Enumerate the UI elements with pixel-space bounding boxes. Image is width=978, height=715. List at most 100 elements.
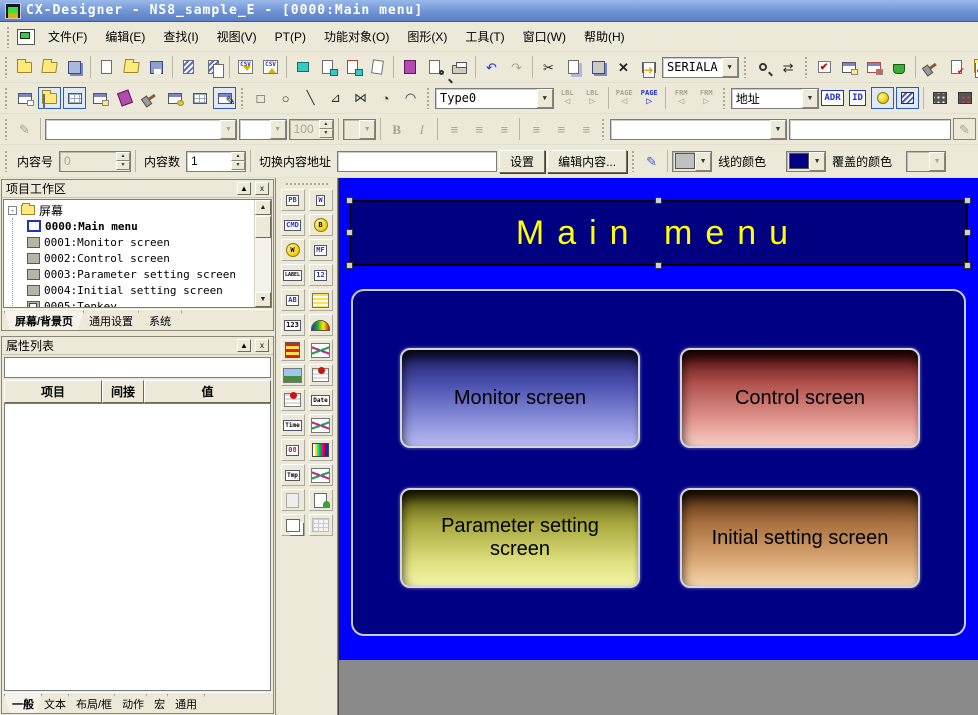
edit-content-button[interactable]: 编辑内容... <box>547 150 627 173</box>
delete-icon[interactable]: ✕ <box>612 56 635 78</box>
palette-word-lamp-icon[interactable]: W <box>281 239 305 261</box>
save-screen-icon[interactable] <box>145 56 168 78</box>
palette-temporary-input-icon[interactable]: Tmp <box>281 464 305 486</box>
frame-forward-icon[interactable]: FRM▷ <box>695 87 718 109</box>
disabled-color-dropdown[interactable]: ▼ <box>906 151 946 172</box>
workspace-scrollbar[interactable]: ▲ ▼ <box>254 200 271 307</box>
set-button[interactable]: 设置 <box>499 150 545 173</box>
selection-handle[interactable] <box>964 262 971 269</box>
menubar-grip[interactable] <box>6 26 11 48</box>
find-group-grip[interactable] <box>743 56 748 78</box>
selection-handle[interactable] <box>346 197 353 204</box>
palette-date-icon[interactable]: Date <box>309 389 333 411</box>
chevron-down-icon[interactable]: ▼ <box>537 89 553 108</box>
address-display-combo[interactable]: 地址 ▼ <box>731 88 819 109</box>
tree-item-screen-0000[interactable]: 0000:Main menu <box>27 218 254 234</box>
label-forward-icon[interactable]: LBL▷ <box>581 87 604 109</box>
rectangle-tool-icon[interactable]: □ <box>249 87 272 109</box>
screen-canvas[interactable]: Main menu Monitor screen Control screen … <box>338 178 978 715</box>
align-right-icon[interactable]: ≡ <box>492 118 515 140</box>
sector-tool-icon[interactable]: ◔ <box>374 87 397 109</box>
cover-color-dropdown[interactable]: ▼ <box>786 151 826 172</box>
align-left-icon[interactable]: ≡ <box>442 118 465 140</box>
palette-word-button-icon[interactable]: W <box>309 189 333 211</box>
palette-alarm-summary-icon[interactable] <box>281 389 305 411</box>
palette-data-block-table-icon[interactable]: 08 <box>281 439 305 461</box>
parameter-setting-screen-button[interactable]: Parameter setting screen <box>400 488 640 588</box>
type-combo[interactable]: Type0 ▼ <box>435 88 554 109</box>
chevron-down-icon[interactable]: ▼ <box>802 89 818 108</box>
screen-title-object[interactable]: Main menu <box>349 200 968 266</box>
tab-common[interactable]: 通用 <box>167 694 205 713</box>
initial-setting-screen-button[interactable]: Initial setting screen <box>680 488 920 588</box>
address-edit-icon[interactable]: ➜ <box>637 56 660 78</box>
zoom-spinner[interactable]: 100 ▲▼ <box>289 119 334 140</box>
compare-with-pt-icon[interactable] <box>341 56 364 78</box>
fill-color-icon[interactable] <box>888 56 911 78</box>
tree-item-screen-0004[interactable]: 0004:Initial setting screen <box>27 282 254 298</box>
selection-handle[interactable] <box>964 197 971 204</box>
page-back-icon[interactable]: PAGE◁ <box>613 87 636 109</box>
font-size-combo[interactable]: ▼ <box>239 119 286 140</box>
switch-content-address-input[interactable] <box>337 151 497 172</box>
test-tool-icon[interactable] <box>838 56 861 78</box>
selection-handle[interactable] <box>346 229 353 236</box>
content-no-spinner[interactable]: 0 ▲▼ <box>59 151 131 172</box>
cut-icon[interactable]: ✂ <box>537 56 560 78</box>
text-color-dropdown[interactable]: ▼ <box>343 119 376 140</box>
screen-check-icon[interactable]: ✔ <box>945 56 968 78</box>
palette-line-graph-icon[interactable] <box>309 464 333 486</box>
switch-window-icon[interactable] <box>13 87 36 109</box>
replace-icon[interactable]: ⇄ <box>777 56 800 78</box>
palette-text-display-icon[interactable] <box>281 489 305 511</box>
csv-export-icon[interactable]: CSV <box>234 56 257 78</box>
scrollbar-thumb[interactable] <box>255 216 271 238</box>
menu-help[interactable]: 帮助(H) <box>575 24 634 49</box>
selection-handle[interactable] <box>655 197 662 204</box>
copy-icon[interactable] <box>562 56 585 78</box>
palette-document-display-icon[interactable] <box>309 489 333 511</box>
control-screen-button[interactable]: Control screen <box>680 348 920 448</box>
arc-tool-icon[interactable]: ◠ <box>399 87 422 109</box>
column-item[interactable]: 项目 <box>4 380 102 403</box>
menu-fixed-objects[interactable]: 图形(X) <box>398 24 456 49</box>
selection-handle[interactable] <box>964 229 971 236</box>
import-component-icon[interactable] <box>177 56 200 78</box>
palette-data-log-graph-icon[interactable] <box>309 414 333 436</box>
style-painter-icon[interactable]: ✎ <box>640 150 663 172</box>
toggle-property-list-icon[interactable] <box>63 87 86 109</box>
simulate-lamp-icon[interactable] <box>871 87 894 109</box>
tree-collapse-icon[interactable]: - <box>8 206 17 215</box>
redo-icon[interactable]: ↷ <box>505 56 528 78</box>
valign-top-icon[interactable]: ≡ <box>524 118 547 140</box>
scroll-up-icon[interactable]: ▲ <box>255 200 271 215</box>
open-project-icon[interactable] <box>38 56 61 78</box>
menu-find[interactable]: 查找(I) <box>154 24 207 49</box>
tab-text[interactable]: 文本 <box>36 694 74 713</box>
page-forward-icon[interactable]: PAGE▷ <box>638 87 661 109</box>
scrollbar-track[interactable] <box>255 239 271 292</box>
chevron-down-icon[interactable]: ▼ <box>359 120 375 139</box>
project-check-icon[interactable]: ✔ <box>970 56 978 78</box>
validate-group-grip[interactable] <box>804 56 809 78</box>
validation-icon[interactable]: ✔ <box>813 56 836 78</box>
frame-back-icon[interactable]: FRM◁ <box>670 87 693 109</box>
format-painter-icon[interactable]: ✎ <box>13 118 36 140</box>
system-combo[interactable]: SERIALA ▼ <box>662 57 739 78</box>
chevron-down-icon[interactable]: ▼ <box>220 120 236 139</box>
new-project-icon[interactable] <box>13 56 36 78</box>
tab-action[interactable]: 动作 <box>114 694 152 713</box>
tree-item-screen-0001[interactable]: 0001:Monitor screen <box>27 234 254 250</box>
menu-pt[interactable]: PT(P) <box>266 26 315 48</box>
chevron-down-icon[interactable]: ▼ <box>929 152 945 171</box>
polygon-tool-icon[interactable]: ⋈ <box>349 87 372 109</box>
edit-label-button[interactable]: ✎ <box>953 118 976 140</box>
menu-window[interactable]: 窗口(W) <box>514 24 575 49</box>
type-group-grip[interactable] <box>426 87 431 109</box>
column-indirect[interactable]: 间接 <box>102 380 144 403</box>
selection-handle[interactable] <box>346 262 353 269</box>
label-group-grip[interactable] <box>601 118 606 140</box>
grid-settings-icon[interactable] <box>188 87 211 109</box>
chevron-down-icon[interactable]: ▼ <box>809 152 825 171</box>
menu-functional-objects[interactable]: 功能对象(O) <box>315 24 398 49</box>
